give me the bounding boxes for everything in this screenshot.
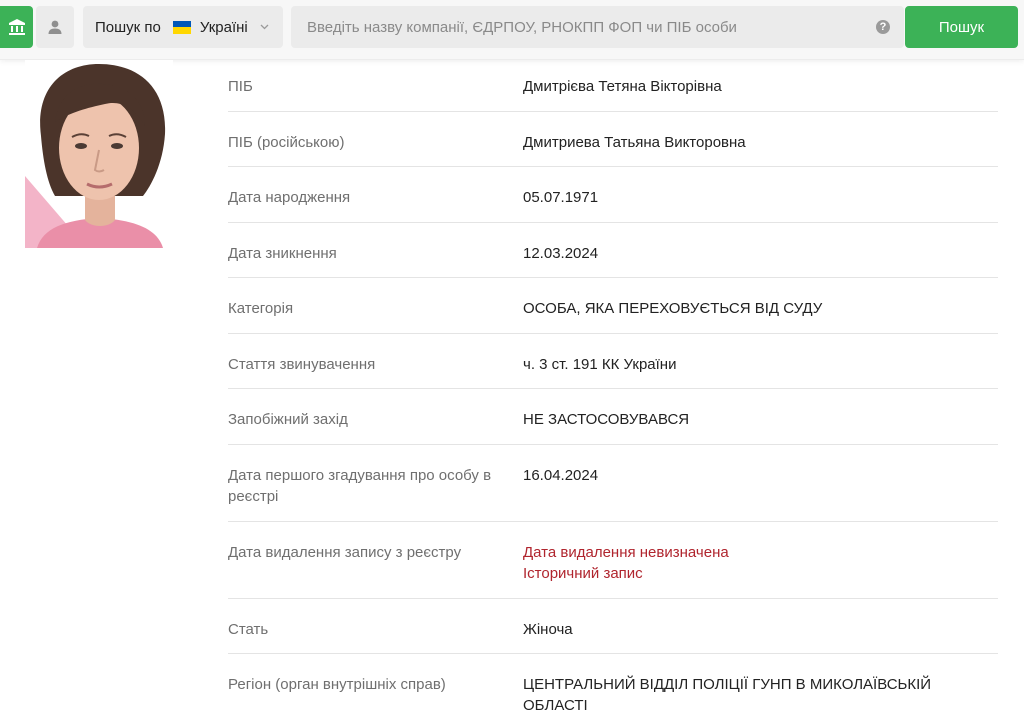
detail-value: Дмитриева Татьяна Викторовна [523, 133, 746, 151]
person-search-tab[interactable] [36, 6, 74, 48]
detail-value: ч. 3 ст. 191 КК України [523, 355, 677, 373]
ukraine-flag-icon [172, 20, 191, 34]
detail-value: ОСОБА, ЯКА ПЕРЕХОВУЄТЬСЯ ВІД СУДУ [523, 300, 823, 317]
detail-label: Дата видалення запису з реєстру [228, 543, 462, 561]
detail-label: Стаття звинувачення [228, 355, 376, 373]
detail-row-category: Категорія ОСОБА, ЯКА ПЕРЕХОВУЄТЬСЯ ВІД С… [228, 278, 998, 334]
detail-label: Стать [228, 620, 269, 638]
search-header: Пошук по Україні ? Пошук [0, 0, 1024, 60]
detail-row-removal-date: Дата видалення запису з реєстру Дата вид… [228, 522, 998, 599]
scope-prefix: Пошук по [95, 18, 161, 36]
detail-label: Дата зникнення [228, 244, 337, 262]
detail-row-preventive-measure: Запобіжний захід НЕ ЗАСТОСОВУВАВСЯ [228, 389, 998, 445]
bank-building-icon [8, 19, 25, 35]
detail-value: Жіноча [523, 620, 573, 638]
person-icon [48, 20, 62, 34]
chevron-down-icon [260, 24, 269, 30]
detail-row-full-name-russian: ПІБ (російською) Дмитриева Татьяна Викто… [228, 112, 998, 167]
detail-value: Дата видалення невизначена Історичний за… [523, 522, 998, 598]
detail-label: Дата народження [228, 189, 351, 206]
detail-label: Категорія [228, 300, 294, 317]
detail-row-full-name: ПІБ Дмитрієва Тетяна Вікторівна [228, 56, 998, 112]
company-search-tab[interactable] [0, 6, 33, 48]
historical-record-text: Історичний запис [523, 564, 643, 582]
detail-row-birth-date: Дата народження 05.07.1971 [228, 167, 998, 223]
detail-value: 12.03.2024 [523, 244, 599, 262]
detail-label: ПІБ (російською) [228, 133, 345, 151]
flag-bottom-stripe [172, 27, 191, 34]
portrait-image [25, 60, 173, 248]
person-details-table: ПІБ Дмитрієва Тетяна Вікторівна ПІБ (рос… [228, 56, 998, 710]
detail-row-first-mention-date: Дата першого згадування про особу в реєс… [228, 445, 998, 522]
detail-value: 16.04.2024 [523, 466, 599, 484]
detail-value: НЕ ЗАСТОСОВУВАВСЯ [523, 411, 690, 428]
search-scope-dropdown[interactable]: Пошук по Україні [83, 6, 283, 48]
detail-row-disappearance-date: Дата зникнення 12.03.2024 [228, 223, 998, 278]
detail-value: 05.07.1971 [523, 189, 599, 206]
detail-row-sex: Стать Жіноча [228, 599, 998, 654]
person-photo [25, 60, 173, 248]
detail-value: Дмитрієва Тетяна Вікторівна [523, 78, 722, 95]
detail-label: Регіон (орган внутрішніх справ) [228, 676, 446, 693]
detail-row-region: Регіон (орган внутрішніх справ) ЦЕНТРАЛЬ… [228, 654, 998, 710]
search-input[interactable] [291, 7, 861, 47]
search-field: ? [291, 6, 904, 48]
detail-label: Запобіжний захід [228, 411, 348, 428]
removal-status-text: Дата видалення невизначена [523, 543, 729, 561]
detail-row-charge-article: Стаття звинувачення ч. 3 ст. 191 КК Укра… [228, 334, 998, 389]
search-button[interactable]: Пошук [905, 6, 1018, 48]
detail-value: ЦЕНТРАЛЬНИЙ ВІДДІЛ ПОЛІЦІЇ ГУНП В МИКОЛА… [523, 676, 932, 710]
question-circle-icon[interactable]: ? [876, 20, 890, 34]
detail-label: ПІБ [228, 78, 253, 95]
scope-country: Україні [199, 18, 248, 36]
detail-label: Дата першого згадування про особу в реєс… [228, 466, 492, 505]
